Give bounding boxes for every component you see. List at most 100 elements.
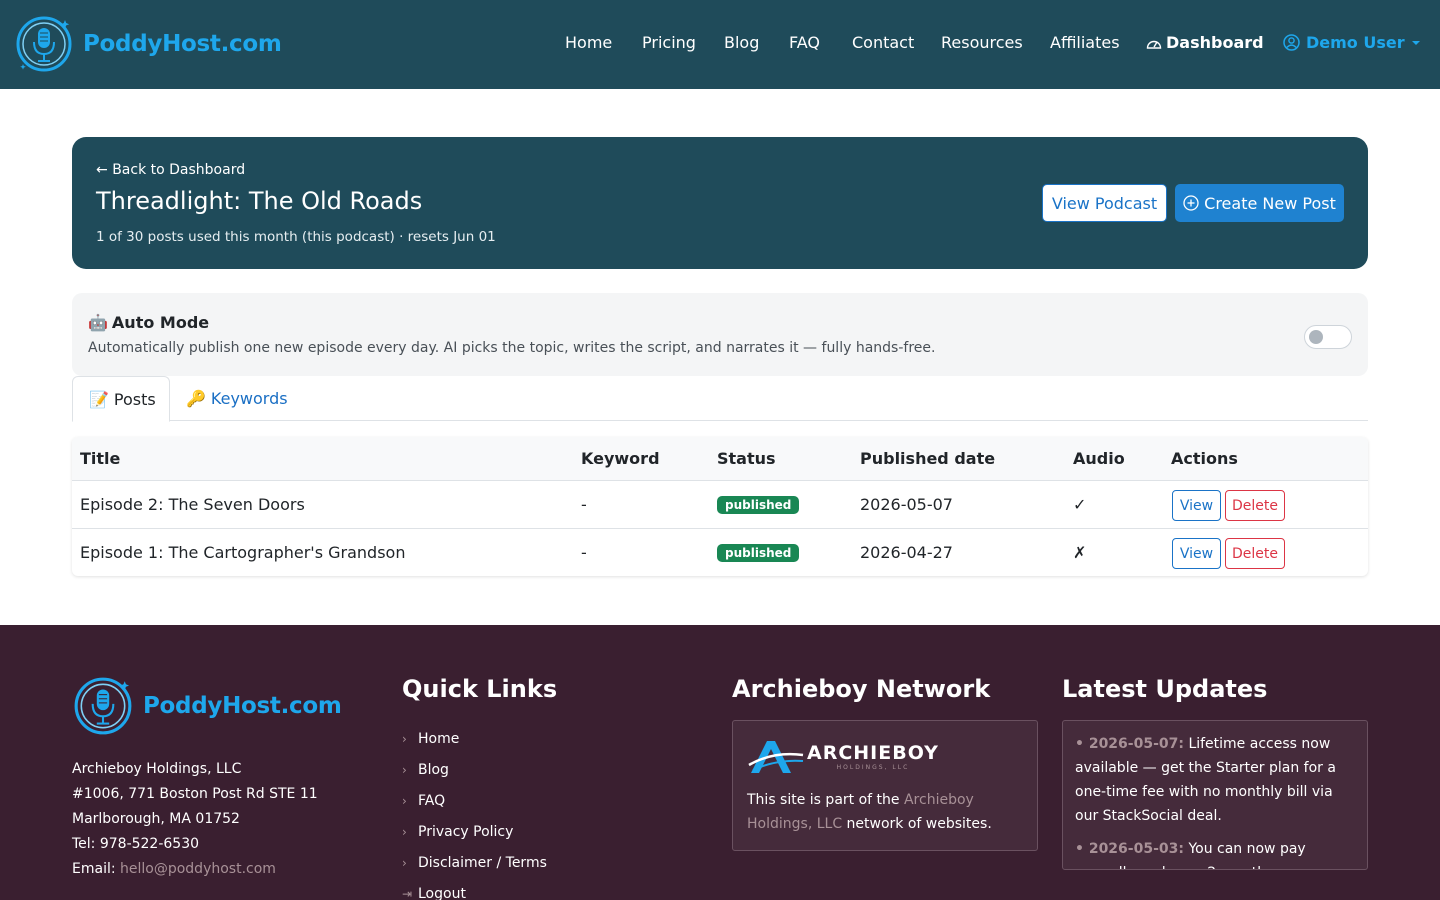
plus-circle-icon	[1183, 195, 1199, 211]
key-icon: 🔑	[186, 389, 206, 408]
archieboy-logo-text: ARCHIEBOY	[807, 741, 939, 764]
post-title: Episode 2: The Seven Doors	[80, 495, 305, 514]
archieboy-logo-subtext: HOLDINGS, LLC	[836, 763, 910, 771]
network-text-before: This site is part of the	[747, 792, 900, 808]
auto-mode-title: 🤖 Auto Mode	[88, 313, 209, 332]
microphone-logo-icon	[74, 677, 132, 735]
address-line: Archieboy Holdings, LLC	[72, 761, 242, 777]
chevron-right-icon: ›	[402, 731, 407, 746]
footer-link-label: Blog	[418, 761, 449, 778]
col-audio: Audio	[1073, 449, 1125, 468]
latest-updates-box[interactable]: • 2026-05-07: Lifetime access now availa…	[1062, 720, 1368, 870]
footer-link-label: Privacy Policy	[418, 823, 514, 840]
footer-link-label: Disclaimer / Terms	[418, 854, 547, 871]
network-text-after: network of websites.	[846, 816, 992, 832]
site-footer: PoddyHost.com Archieboy Holdings, LLC #1…	[0, 625, 1440, 900]
table-row: Episode 2: The Seven Doors - published 2…	[72, 481, 1368, 529]
post-keyword: -	[581, 495, 587, 514]
footer-link-label: FAQ	[418, 792, 446, 809]
nav-contact[interactable]: Contact	[852, 33, 914, 52]
table-header: Title Keyword Status Published date Audi…	[72, 437, 1368, 481]
toggle-knob	[1309, 330, 1323, 344]
robot-icon: 🤖	[88, 313, 108, 332]
user-name: Demo User	[1306, 33, 1405, 52]
footer-link-label: Logout	[418, 885, 466, 900]
chevron-right-icon: ›	[402, 762, 407, 777]
archieboy-a-icon	[748, 741, 804, 773]
update-date: • 2026-05-03:	[1075, 841, 1184, 857]
chevron-right-icon: ›	[402, 793, 407, 808]
tab-keywords[interactable]: 🔑 Keywords	[170, 376, 304, 421]
audio-cross-icon: ✗	[1073, 543, 1087, 562]
delete-post-button[interactable]: Delete	[1225, 538, 1285, 569]
nav-resources[interactable]: Resources	[941, 33, 1023, 52]
phone-line: Tel: 978-522-6530	[72, 836, 200, 852]
user-menu-dropdown[interactable]: Demo User	[1283, 33, 1421, 52]
footer-link-home[interactable]: › Home	[402, 723, 547, 754]
nav-pricing[interactable]: Pricing	[642, 33, 696, 52]
gauge-icon	[1146, 40, 1162, 49]
memo-icon: 📝	[89, 389, 109, 409]
latest-updates-heading: Latest Updates	[1062, 675, 1268, 703]
tab-keywords-label: Keywords	[210, 389, 288, 408]
view-post-button[interactable]: View	[1172, 538, 1221, 569]
col-published-date: Published date	[860, 449, 996, 468]
email-line: Email: hello@poddyhost.com	[72, 857, 318, 882]
content-tabs: 📝 Posts 🔑 Keywords	[72, 376, 1368, 422]
nav-blog[interactable]: Blog	[724, 33, 759, 52]
nav-affiliates[interactable]: Affiliates	[1050, 33, 1120, 52]
network-heading: Archieboy Network	[732, 675, 991, 703]
view-podcast-button[interactable]: View Podcast	[1042, 184, 1167, 222]
email-link[interactable]: hello@poddyhost.com	[120, 861, 276, 877]
back-to-dashboard-label: Back to Dashboard	[112, 162, 246, 178]
auto-mode-toggle[interactable]	[1304, 325, 1352, 349]
auto-mode-card: 🤖 Auto Mode Automatically publish one ne…	[72, 293, 1368, 376]
col-keyword: Keyword	[581, 449, 660, 468]
table-row: Episode 1: The Cartographer's Grandson -…	[72, 529, 1368, 576]
footer-link-blog[interactable]: › Blog	[402, 754, 547, 785]
post-title: Episode 1: The Cartographer's Grandson	[80, 543, 406, 562]
podcast-header-card: ← Back to Dashboard Threadlight: The Old…	[72, 137, 1368, 269]
post-date: 2026-04-27	[860, 543, 953, 562]
update-date-text: 2026-05-03:	[1088, 841, 1184, 857]
view-post-button[interactable]: View	[1172, 490, 1221, 521]
user-circle-icon	[1283, 34, 1300, 51]
chevron-right-icon: ›	[402, 855, 407, 870]
footer-brand-name: PoddyHost.com	[143, 693, 342, 719]
auto-mode-description: Automatically publish one new episode ev…	[88, 340, 936, 356]
archieboy-logo[interactable]: ARCHIEBOY HOLDINGS, LLC	[747, 737, 939, 775]
nav-dashboard[interactable]: Dashboard	[1146, 33, 1264, 52]
auto-mode-label: Auto Mode	[111, 313, 210, 332]
arrow-left-icon: ←	[96, 162, 108, 178]
tab-posts[interactable]: 📝 Posts	[72, 376, 170, 422]
email-label: Email:	[72, 861, 116, 877]
post-keyword: -	[581, 543, 587, 562]
post-quota-text: 1 of 30 posts used this month (this podc…	[96, 229, 496, 245]
nav-dashboard-label: Dashboard	[1166, 33, 1264, 52]
address-line: Marlborough, MA 01752	[72, 811, 240, 827]
address-line: #1006, 771 Boston Post Rd STE 11	[72, 786, 318, 802]
company-address: Archieboy Holdings, LLC #1006, 771 Bosto…	[72, 757, 318, 882]
tab-posts-label: Posts	[113, 389, 156, 409]
footer-link-terms[interactable]: › Disclaimer / Terms	[402, 847, 547, 878]
delete-post-button[interactable]: Delete	[1225, 490, 1285, 521]
nav-faq[interactable]: FAQ	[789, 33, 820, 52]
footer-link-privacy[interactable]: › Privacy Policy	[402, 816, 547, 847]
update-date: • 2026-05-07:	[1075, 736, 1184, 752]
back-to-dashboard-link[interactable]: ← Back to Dashboard	[96, 162, 245, 178]
posts-table: Title Keyword Status Published date Audi…	[72, 437, 1368, 576]
status-badge: published	[717, 544, 800, 562]
create-new-post-label: Create New Post	[1204, 193, 1336, 213]
col-title: Title	[80, 449, 121, 468]
footer-brand-logo[interactable]: PoddyHost.com	[72, 675, 342, 737]
footer-link-faq[interactable]: › FAQ	[402, 785, 547, 816]
logout-icon: ⇥	[402, 886, 413, 900]
network-box: ARCHIEBOY HOLDINGS, LLC This site is par…	[732, 720, 1038, 851]
footer-logout-link[interactable]: ⇥ Logout	[402, 878, 547, 900]
post-date: 2026-05-07	[860, 495, 953, 514]
quick-links-list: › Home › Blog › FAQ › Privacy Policy › D…	[402, 723, 547, 900]
update-item: • 2026-05-07: Lifetime access now availa…	[1075, 732, 1359, 828]
col-status: Status	[717, 449, 776, 468]
create-new-post-button[interactable]: Create New Post	[1175, 184, 1344, 222]
nav-home[interactable]: Home	[565, 33, 612, 52]
